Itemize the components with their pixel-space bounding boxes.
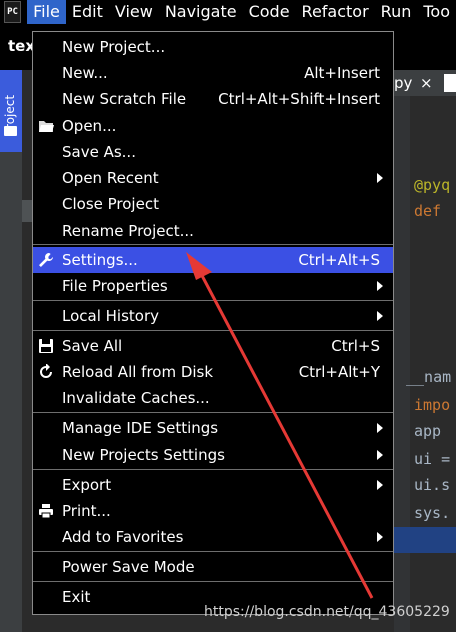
watermark: https://blog.csdn.net/qq_43605229	[204, 604, 450, 620]
annotation-arrow-icon	[186, 252, 374, 599]
